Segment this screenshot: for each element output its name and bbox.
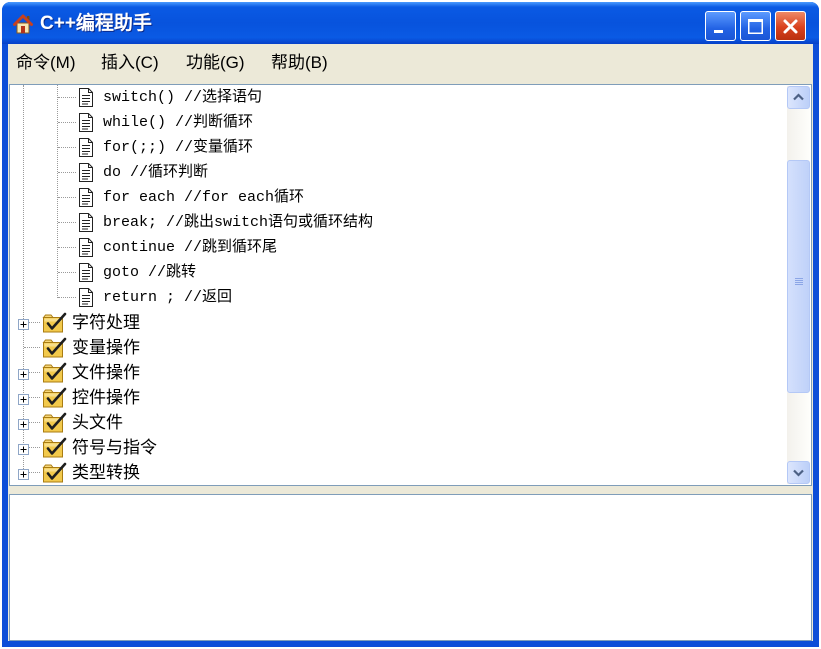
tree-branch-line <box>29 472 40 473</box>
tree-item[interactable]: goto //跳转 <box>10 260 780 285</box>
checked-folder-icon <box>41 337 67 359</box>
title-bar[interactable]: C++编程助手 <box>2 2 819 44</box>
menu-help[interactable]: 帮助(B) <box>263 44 348 82</box>
plus-box-icon[interactable] <box>18 367 29 380</box>
function-tree[interactable]: switch() //选择语句 while() //判断循环 for(;;) /… <box>9 84 812 486</box>
house-icon <box>12 13 34 35</box>
tree-branch-line <box>29 372 40 373</box>
tree-item-label: for each //for each循环 <box>103 189 305 206</box>
tree-folder-item[interactable]: 文件操作 <box>10 360 780 385</box>
tree-branch-line <box>29 447 40 448</box>
tree-item-label: switch() //选择语句 <box>103 89 263 106</box>
tree-item[interactable]: switch() //选择语句 <box>10 85 780 110</box>
tree-item[interactable]: for each //for each循环 <box>10 185 780 210</box>
minimize-button[interactable] <box>705 11 736 41</box>
maximize-icon <box>742 13 769 40</box>
tree-folder-item[interactable]: 字符处理 <box>10 310 780 335</box>
checked-folder-icon <box>41 362 67 384</box>
tree-branch-line <box>58 297 76 298</box>
tree-vertical-scrollbar[interactable] <box>787 86 810 484</box>
document-icon <box>78 163 94 182</box>
tree-folder-item[interactable]: 变量操作 <box>10 335 780 360</box>
document-icon <box>78 188 94 207</box>
scroll-thumb[interactable] <box>787 160 810 393</box>
tree-folder-item[interactable]: 符号与指令 <box>10 435 780 460</box>
tree-branch-line <box>58 147 76 148</box>
tree-item[interactable]: return ; //返回 <box>10 285 780 310</box>
scroll-up-button[interactable] <box>787 86 810 109</box>
chevron-up-icon <box>788 87 809 108</box>
tree-items: switch() //选择语句 while() //判断循环 for(;;) /… <box>10 85 780 485</box>
plus-box-icon[interactable] <box>18 442 29 455</box>
tree-item-label: continue //跳到循环尾 <box>103 239 278 256</box>
tree-item[interactable]: for(;;) //变量循环 <box>10 135 780 160</box>
document-icon <box>78 138 94 157</box>
tree-folder-label: 字符处理 <box>72 313 140 332</box>
tree-item-label: while() //判断循环 <box>103 114 254 131</box>
minimize-icon <box>707 13 734 40</box>
tree-branch-line <box>29 397 40 398</box>
tree-item[interactable]: do //循环判断 <box>10 160 780 185</box>
tree-branch-line <box>58 222 76 223</box>
tree-branch-line <box>58 122 76 123</box>
tree-folder-label: 控件操作 <box>72 388 140 407</box>
tree-item[interactable]: while() //判断循环 <box>10 110 780 135</box>
tree-branch-line <box>58 272 76 273</box>
tree-branch-line <box>58 172 76 173</box>
document-icon <box>78 263 94 282</box>
app-window: C++编程助手 命令(M) 插入(C) 功能(G) 帮助(B) switch()… <box>2 2 819 647</box>
tree-branch-line <box>58 197 76 198</box>
close-icon <box>777 13 804 40</box>
menu-function[interactable]: 功能(G) <box>178 44 263 82</box>
document-icon <box>78 88 94 107</box>
client-area: 命令(M) 插入(C) 功能(G) 帮助(B) switch() //选择语句 … <box>8 44 813 641</box>
tree-folder-item[interactable]: 类型转换 <box>10 460 780 485</box>
tree-folder-label: 文件操作 <box>72 363 140 382</box>
tree-folder-item[interactable]: 头文件 <box>10 410 780 435</box>
tree-branch-line <box>29 322 40 323</box>
tree-item-label: return ; //返回 <box>103 289 233 306</box>
window-title: C++编程助手 <box>40 13 152 34</box>
grip-icon <box>794 273 804 285</box>
tree-item-label: for(;;) //变量循环 <box>103 139 254 156</box>
scroll-down-button[interactable] <box>787 461 810 484</box>
tree-branch-line <box>29 422 40 423</box>
tree-folder-label: 变量操作 <box>72 338 140 357</box>
tree-folder-label: 符号与指令 <box>72 438 157 457</box>
document-icon <box>78 238 94 257</box>
plus-box-icon[interactable] <box>18 467 29 480</box>
plus-box-icon[interactable] <box>18 392 29 405</box>
panel-splitter[interactable] <box>8 486 813 494</box>
tree-item[interactable]: continue //跳到循环尾 <box>10 235 780 260</box>
tree-item-label: do //循环判断 <box>103 164 209 181</box>
tree-folder-label: 类型转换 <box>72 463 140 482</box>
checked-folder-icon <box>41 462 67 484</box>
plus-box-icon[interactable] <box>18 317 29 330</box>
close-button[interactable] <box>775 11 806 41</box>
tree-branch-line <box>58 247 76 248</box>
document-icon <box>78 213 94 232</box>
menu-command[interactable]: 命令(M) <box>8 44 93 82</box>
tree-item-label: break; //跳出switch语句或循环结构 <box>103 214 374 231</box>
checked-folder-icon <box>41 387 67 409</box>
tree-folder-item[interactable]: 控件操作 <box>10 385 780 410</box>
checked-folder-icon <box>41 437 67 459</box>
checked-folder-icon <box>41 412 67 434</box>
tree-item[interactable]: break; //跳出switch语句或循环结构 <box>10 210 780 235</box>
maximize-button[interactable] <box>740 11 771 41</box>
document-icon <box>78 288 94 307</box>
menu-bar: 命令(M) 插入(C) 功能(G) 帮助(B) <box>8 44 813 82</box>
code-text-area[interactable] <box>9 494 812 641</box>
menu-insert[interactable]: 插入(C) <box>93 44 178 82</box>
tree-folder-label: 头文件 <box>72 413 123 432</box>
tree-branch-line <box>24 347 40 348</box>
checked-folder-icon <box>41 312 67 334</box>
document-icon <box>78 113 94 132</box>
plus-box-icon[interactable] <box>18 417 29 430</box>
tree-item-label: goto //跳转 <box>103 264 197 281</box>
chevron-down-icon <box>788 462 809 483</box>
tree-branch-line <box>58 97 76 98</box>
